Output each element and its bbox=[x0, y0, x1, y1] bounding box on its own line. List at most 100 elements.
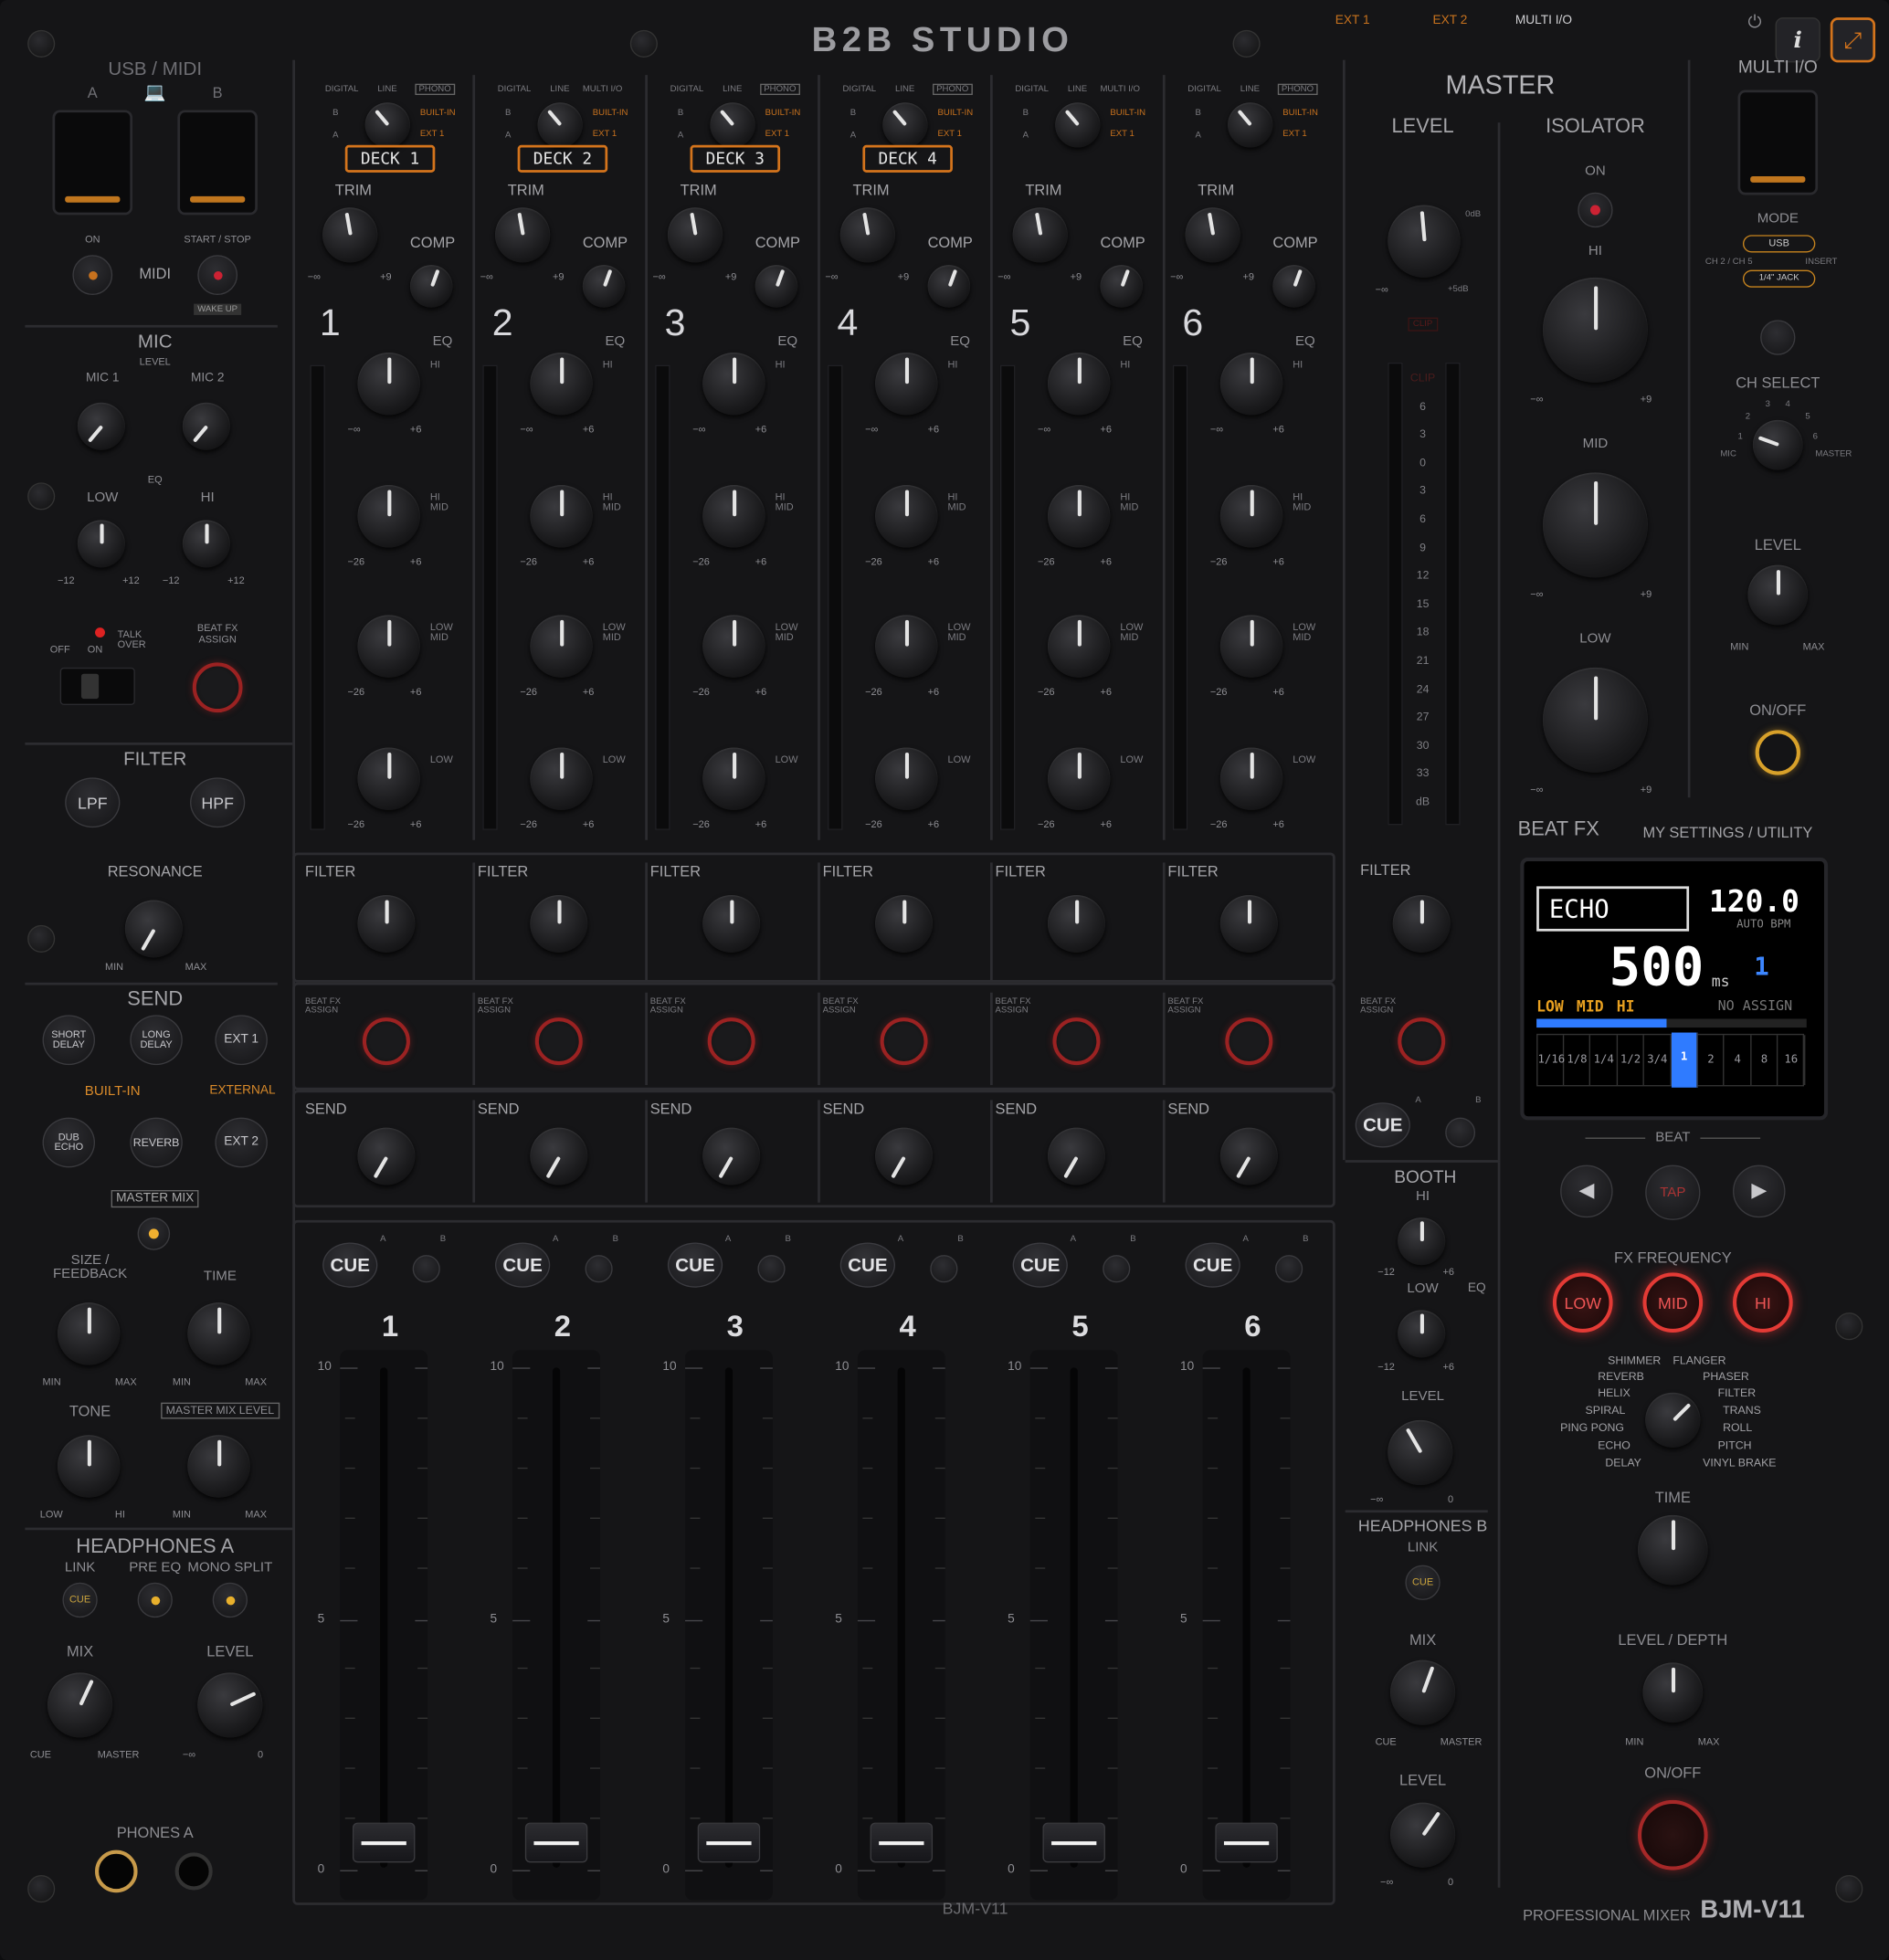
multi-io-switch[interactable] bbox=[1737, 90, 1819, 195]
ch6-input-selector-knob[interactable] bbox=[1228, 102, 1273, 148]
hpb-level-knob[interactable] bbox=[1389, 1802, 1456, 1868]
ch4-eq-low-knob[interactable] bbox=[875, 747, 938, 810]
send-ext2-button[interactable]: EXT 2 bbox=[215, 1117, 268, 1168]
power-icon[interactable]: ⏻ bbox=[1747, 13, 1761, 30]
ch3-input-selector-knob[interactable] bbox=[710, 102, 755, 148]
mode-jack-button[interactable]: 1/4" JACK bbox=[1742, 269, 1816, 288]
ch4-trim-knob[interactable] bbox=[839, 207, 895, 263]
ch1-eq-low-mid-knob[interactable] bbox=[357, 615, 420, 678]
fx-low-button[interactable]: LOW bbox=[1552, 1272, 1613, 1333]
size-feedback-knob[interactable] bbox=[57, 1302, 121, 1365]
ch3-eq-hi-knob[interactable] bbox=[702, 352, 765, 416]
isolator-mid-knob[interactable] bbox=[1542, 472, 1648, 578]
multi-io-on-off-button[interactable] bbox=[1755, 730, 1800, 775]
beat-cell[interactable]: 1/16 bbox=[1538, 1035, 1565, 1086]
mic1-level-knob[interactable] bbox=[77, 402, 125, 450]
ch6-comp-knob[interactable] bbox=[1272, 265, 1315, 308]
beat-cell[interactable]: 1/2 bbox=[1618, 1035, 1645, 1086]
ch5-eq-hi-knob[interactable] bbox=[1047, 352, 1111, 416]
ch1-input-selector-knob[interactable] bbox=[364, 102, 410, 148]
ch3-eq-hi-mid-knob[interactable] bbox=[702, 485, 765, 548]
mode-usb-button[interactable]: USB bbox=[1742, 235, 1816, 253]
lpf-button[interactable]: LPF bbox=[65, 777, 121, 828]
ch2-eq-hi-mid-knob[interactable] bbox=[530, 485, 593, 548]
level-depth-knob[interactable] bbox=[1642, 1662, 1704, 1723]
my-settings-button[interactable]: MY SETTINGS / UTILITY bbox=[1642, 825, 1812, 839]
phones-a-mini-jack[interactable] bbox=[174, 1852, 213, 1891]
booth-hi-knob[interactable] bbox=[1398, 1217, 1446, 1266]
ch2-input-selector-knob[interactable] bbox=[537, 102, 583, 148]
ch4-eq-low-mid-knob[interactable] bbox=[875, 615, 938, 678]
reverb-button[interactable]: REVERB bbox=[130, 1117, 183, 1168]
ch1-trim-knob[interactable] bbox=[322, 207, 378, 263]
ch3-eq-low-mid-knob[interactable] bbox=[702, 615, 765, 678]
beat-cell[interactable]: 2 bbox=[1698, 1035, 1725, 1086]
long-delay-button[interactable]: LONG DELAY bbox=[130, 1015, 183, 1066]
ch1-eq-hi-knob[interactable] bbox=[357, 352, 420, 416]
master-mix-button[interactable] bbox=[137, 1217, 171, 1250]
ch2-eq-low-knob[interactable] bbox=[530, 747, 593, 810]
dub-echo-button[interactable]: DUB ECHO bbox=[42, 1117, 96, 1168]
booth-low-knob[interactable] bbox=[1398, 1310, 1446, 1358]
ch1-comp-knob[interactable] bbox=[409, 265, 453, 308]
ch2-comp-knob[interactable] bbox=[582, 265, 626, 308]
ch2-eq-low-mid-knob[interactable] bbox=[530, 615, 593, 678]
ch5-comp-knob[interactable] bbox=[1100, 265, 1143, 308]
ch6-eq-hi-mid-knob[interactable] bbox=[1219, 485, 1283, 548]
beat-cell[interactable]: 8 bbox=[1752, 1035, 1778, 1086]
tap-button[interactable]: TAP bbox=[1645, 1164, 1701, 1220]
ch1-eq-low-knob[interactable] bbox=[357, 747, 420, 810]
start-stop-button[interactable] bbox=[197, 255, 238, 296]
hpa-mono-split-button[interactable] bbox=[212, 1582, 248, 1618]
mic-beat-fx-assign-button[interactable] bbox=[192, 662, 243, 713]
send-time-knob[interactable] bbox=[187, 1302, 250, 1365]
ch4-comp-knob[interactable] bbox=[927, 265, 971, 308]
fx-hi-button[interactable]: HI bbox=[1733, 1272, 1793, 1333]
ch4-eq-hi-knob[interactable] bbox=[875, 352, 938, 416]
mic-eq-hi-knob[interactable] bbox=[182, 520, 230, 568]
fx-mid-button[interactable]: MID bbox=[1642, 1272, 1704, 1333]
ch6-eq-low-mid-knob[interactable] bbox=[1219, 615, 1283, 678]
beat-cell[interactable]: 4 bbox=[1725, 1035, 1752, 1086]
ch-select-knob[interactable] bbox=[1752, 419, 1803, 470]
hpb-link-cue-button[interactable]: CUE bbox=[1405, 1565, 1440, 1600]
beat-cell[interactable]: 1 bbox=[1671, 1032, 1698, 1088]
ch4-input-selector-knob[interactable] bbox=[882, 102, 928, 148]
short-delay-button[interactable]: SHORT DELAY bbox=[42, 1015, 96, 1066]
beat-left-button[interactable]: ◀ bbox=[1560, 1164, 1613, 1218]
hpa-level-knob[interactable] bbox=[197, 1672, 263, 1738]
master-mix-level-knob[interactable] bbox=[187, 1435, 250, 1498]
phones-a-jack[interactable] bbox=[95, 1849, 138, 1893]
hpa-pre-eq-button[interactable] bbox=[137, 1582, 173, 1618]
tone-knob[interactable] bbox=[57, 1435, 121, 1498]
ch6-eq-low-knob[interactable] bbox=[1219, 747, 1283, 810]
master-filter-knob[interactable] bbox=[1392, 894, 1451, 953]
master-level-knob[interactable] bbox=[1388, 205, 1461, 278]
beat-cell[interactable]: 1/8 bbox=[1565, 1035, 1591, 1086]
hpa-mix-knob[interactable] bbox=[47, 1672, 113, 1738]
usb-b-switch[interactable] bbox=[177, 110, 258, 216]
ch2-eq-hi-knob[interactable] bbox=[530, 352, 593, 416]
fx-time-knob[interactable] bbox=[1637, 1514, 1708, 1586]
isolator-on-button[interactable] bbox=[1578, 192, 1613, 228]
ch2-trim-knob[interactable] bbox=[495, 207, 551, 263]
beat-cell[interactable]: 16 bbox=[1778, 1035, 1805, 1086]
ch6-eq-hi-knob[interactable] bbox=[1219, 352, 1283, 416]
ch1-eq-hi-mid-knob[interactable] bbox=[357, 485, 420, 548]
ch4-eq-hi-mid-knob[interactable] bbox=[875, 485, 938, 548]
master-beat-fx-assign-button[interactable] bbox=[1398, 1017, 1446, 1066]
ch5-eq-hi-mid-knob[interactable] bbox=[1047, 485, 1111, 548]
ch3-comp-knob[interactable] bbox=[755, 265, 798, 308]
beat-cell[interactable]: 1/4 bbox=[1591, 1035, 1618, 1086]
ch5-eq-low-knob[interactable] bbox=[1047, 747, 1111, 810]
isolator-hi-knob[interactable] bbox=[1542, 277, 1648, 383]
master-cue-button[interactable]: CUE bbox=[1355, 1102, 1410, 1148]
booth-level-knob[interactable] bbox=[1388, 1419, 1453, 1486]
multi-io-level-knob[interactable] bbox=[1747, 564, 1809, 626]
usb-a-switch[interactable] bbox=[52, 110, 133, 216]
hpf-button[interactable]: HPF bbox=[190, 777, 246, 828]
mic2-level-knob[interactable] bbox=[182, 402, 230, 450]
ch3-trim-knob[interactable] bbox=[667, 207, 723, 263]
send-ext1-button[interactable]: EXT 1 bbox=[215, 1015, 268, 1066]
resonance-knob[interactable] bbox=[124, 900, 183, 958]
